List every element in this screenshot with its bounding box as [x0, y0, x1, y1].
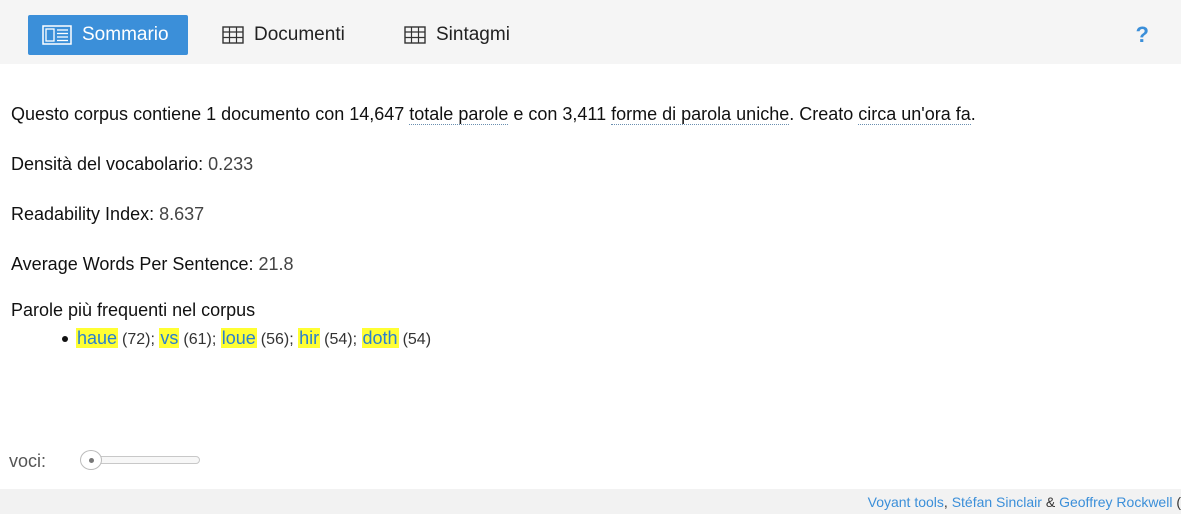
word-count: (61) — [183, 331, 212, 348]
tab-documenti[interactable]: Documenti — [208, 15, 378, 55]
bullet-icon — [62, 335, 68, 342]
description-text: . Creato — [789, 104, 859, 124]
voci-label: voci: — [9, 451, 47, 471]
footer: Voyant tools, Stéfan Sinclair & Geoffrey… — [0, 489, 1181, 514]
total-words-link[interactable]: totale parole — [409, 104, 509, 125]
description-text: Questo corpus contiene 1 documento con 1… — [11, 104, 410, 124]
density-label: Densità del vocabolario: — [11, 154, 204, 174]
separator: ; — [289, 331, 294, 348]
list-item: vs (61); — [159, 328, 220, 349]
voci-slider[interactable] — [80, 450, 200, 470]
corpus-description: Questo corpus contiene 1 documento con 1… — [11, 104, 976, 125]
avg-words-label: Average Words Per Sentence: — [11, 254, 254, 274]
vocabulary-density: Densità del vocabolario: 0.233 — [11, 154, 253, 175]
frequent-word-link[interactable]: haue — [76, 328, 119, 348]
tab-sommario[interactable]: Sommario — [28, 15, 188, 55]
avg-words-value: 21.8 — [258, 254, 294, 274]
list-item: loue (56); — [220, 328, 298, 349]
frequent-word-link[interactable]: doth — [361, 328, 399, 348]
toolbar: Sommario Documenti Sintagmi ? — [0, 0, 1181, 64]
footer-separator: & — [1041, 494, 1060, 510]
table-icon — [404, 26, 426, 44]
word-count: (54) — [402, 331, 432, 348]
tab-sintagmi[interactable]: Sintagmi — [390, 15, 540, 55]
description-text: e con 3,411 — [508, 104, 612, 124]
unique-forms-link[interactable]: forme di parola uniche — [611, 104, 790, 125]
footer-separator: , — [943, 494, 952, 510]
tab-label: Sintagmi — [436, 24, 510, 45]
slider-track[interactable] — [92, 456, 200, 464]
list-item: hir (54); — [298, 328, 361, 349]
readability-label: Readability Index: — [11, 204, 155, 224]
separator: ; — [352, 331, 358, 348]
frequent-word-link[interactable]: hir — [298, 328, 321, 348]
stefan-sinclair-link[interactable]: Stéfan Sinclair — [952, 494, 1042, 510]
tab-label: Documenti — [254, 24, 345, 45]
description-text: . — [970, 104, 976, 124]
frequent-words-list: haue (72); vs (61); loue (56); hir (54); dot… — [62, 328, 431, 349]
frequent-word-link[interactable]: loue — [220, 328, 257, 348]
list-item: doth (54) — [361, 328, 432, 349]
separator: ; — [150, 331, 155, 348]
separator: ; — [211, 331, 217, 348]
table-icon — [222, 26, 244, 44]
created-time-link[interactable]: circa un'ora fa — [858, 104, 971, 125]
average-words-per-sentence: Average Words Per Sentence: 21.8 — [11, 254, 294, 275]
frequent-word-link[interactable]: vs — [159, 328, 180, 348]
density-value: 0.233 — [208, 154, 254, 174]
summary-icon — [42, 25, 72, 45]
footer-tail: ( — [1172, 494, 1181, 510]
frequent-words-title: Parole più frequenti nel corpus — [11, 300, 256, 320]
slider-thumb[interactable] — [80, 450, 102, 470]
readability-index: Readability Index: 8.637 — [11, 204, 204, 225]
word-count: (72) — [122, 331, 151, 348]
word-count: (54) — [324, 331, 353, 348]
list-item: haue (72); — [76, 328, 159, 349]
help-icon[interactable]: ? — [1136, 22, 1149, 48]
footer-credits: Voyant tools, Stéfan Sinclair & Geoffrey… — [868, 494, 1181, 510]
word-count: (56) — [260, 331, 290, 348]
voyant-tools-link[interactable]: Voyant tools — [868, 494, 944, 510]
readability-value: 8.637 — [159, 204, 205, 224]
geoffrey-rockwell-link[interactable]: Geoffrey Rockwell — [1059, 494, 1172, 510]
tab-label: Sommario — [82, 24, 169, 45]
